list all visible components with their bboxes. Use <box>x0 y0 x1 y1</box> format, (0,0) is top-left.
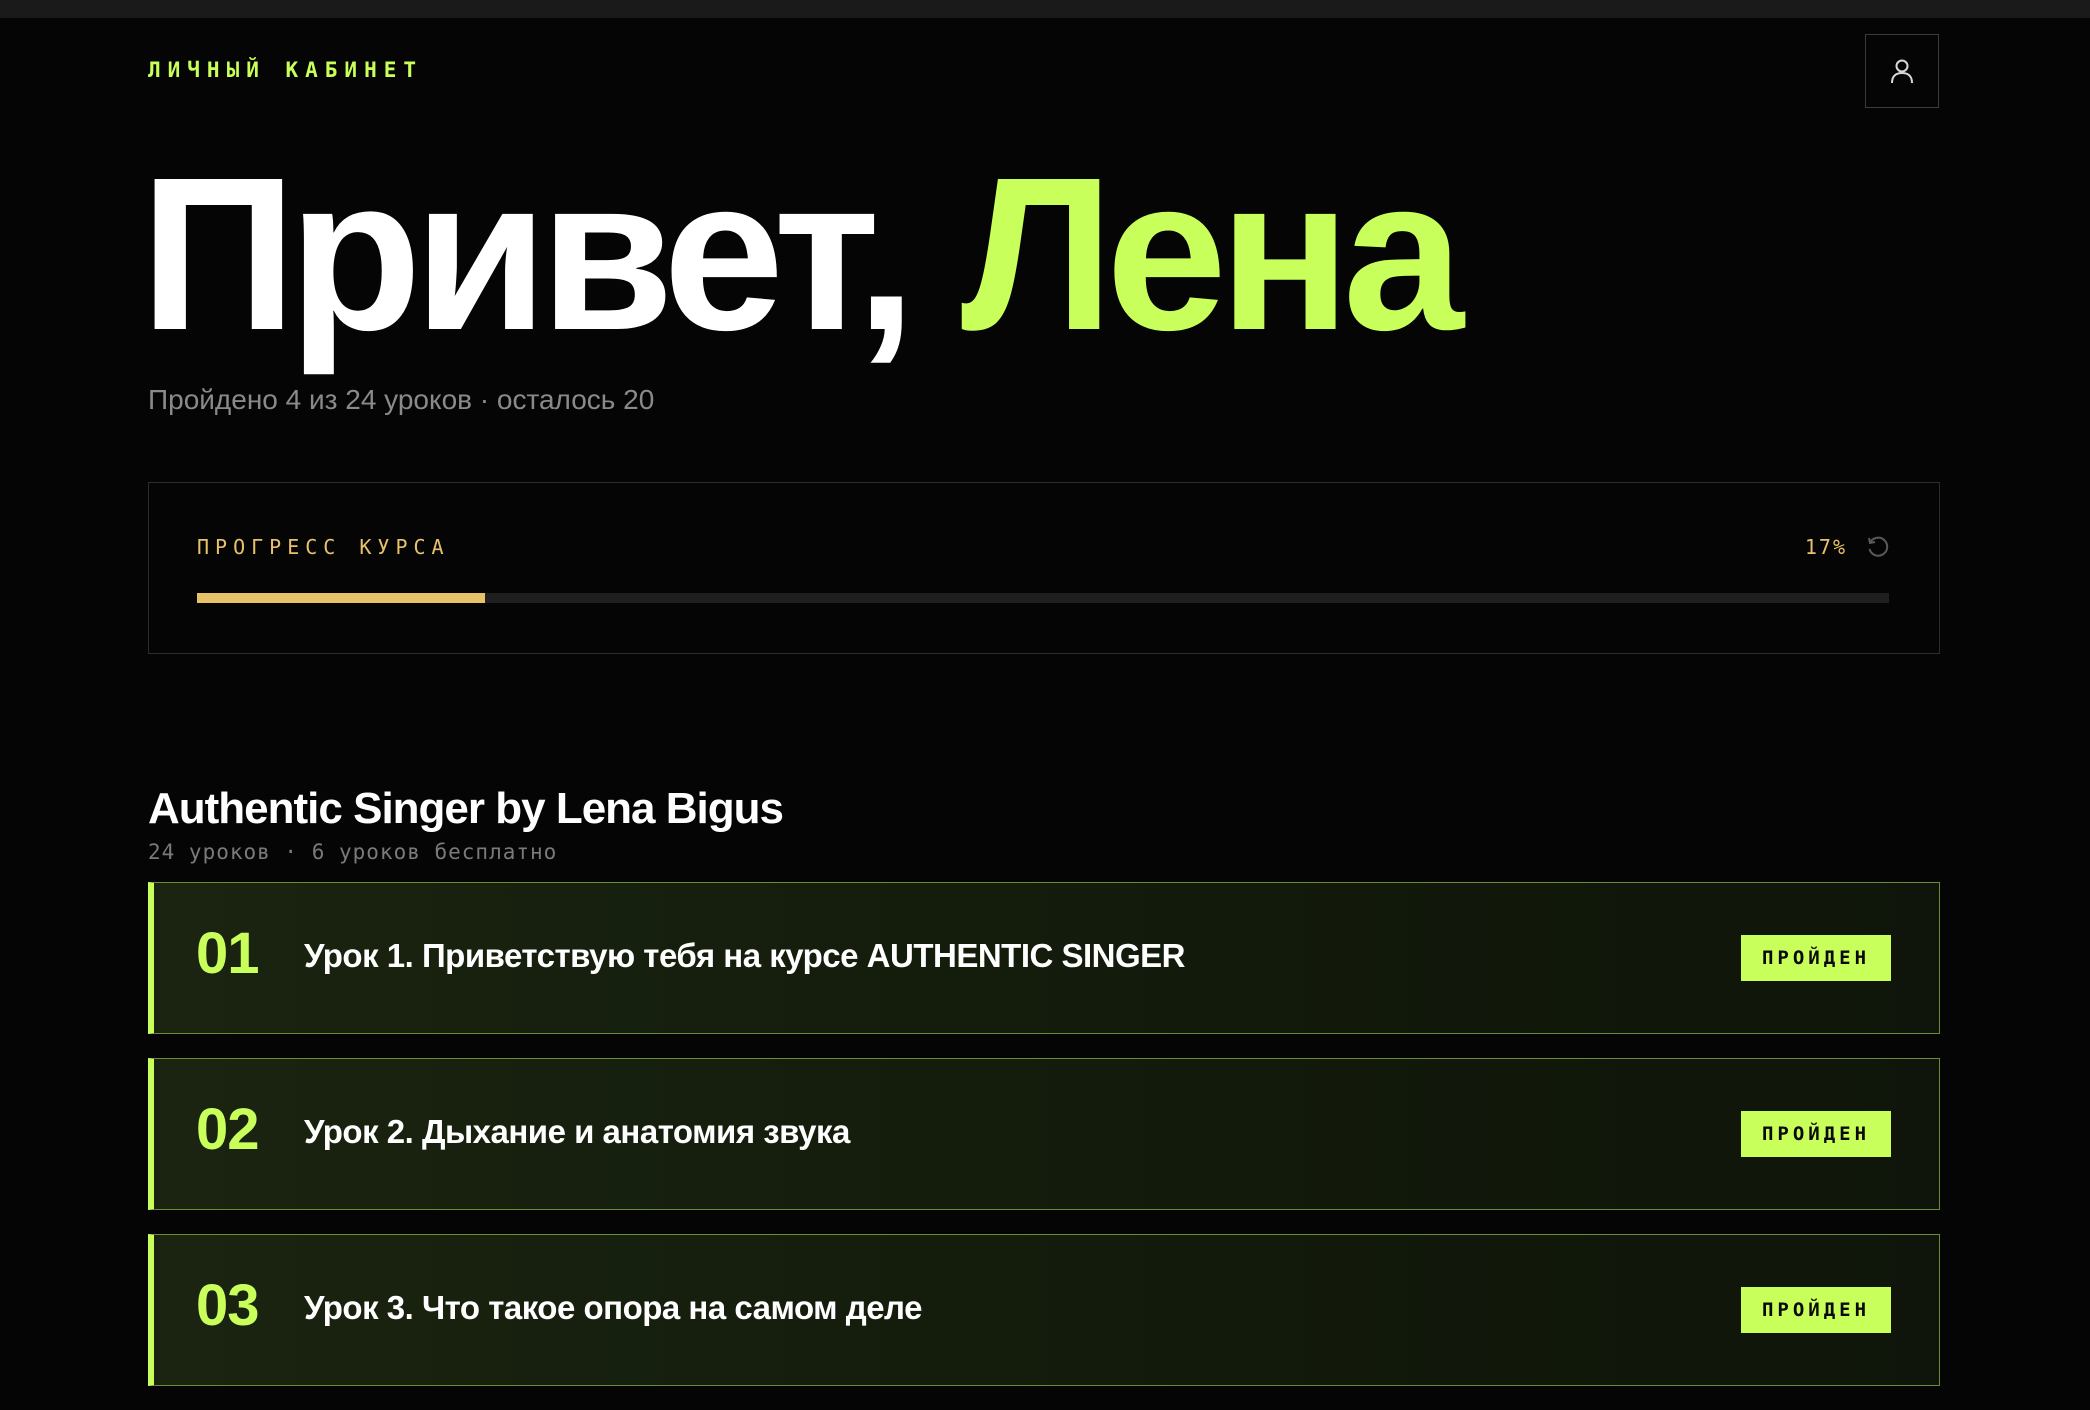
progress-percent: 17% <box>1804 535 1847 559</box>
greeting-heading: Привет, Лена <box>140 146 1464 364</box>
lesson-title: Урок 3. Что такое опора на самом деле <box>304 1289 922 1326</box>
lesson-item[interactable]: 03 Урок 3. Что такое опора на самом деле… <box>148 1234 1940 1386</box>
dashboard-page: ЛИЧНЫЙ КАБИНЕТ Привет, Лена Пройдено 4 и… <box>0 18 2090 1398</box>
progress-track <box>197 593 1889 603</box>
course-title: Authentic Singer by Lena Bigus <box>148 784 784 833</box>
section-label: ЛИЧНЫЙ КАБИНЕТ <box>148 58 424 82</box>
lesson-title: Урок 2. Дыхание и анатомия звука <box>304 1113 850 1150</box>
lesson-status-badge: ПРОЙДЕН <box>1741 1287 1891 1333</box>
window-top-bar <box>0 0 2090 18</box>
lesson-status-badge: ПРОЙДЕН <box>1741 1111 1891 1157</box>
greeting-text: Привет, <box>140 133 961 376</box>
course-meta: 24 уроков · 6 уроков бесплатно <box>148 840 558 864</box>
reset-icon[interactable] <box>1865 534 1891 560</box>
progress-summary: Пройдено 4 из 24 уроков · осталось 20 <box>148 384 655 415</box>
course-progress-card: ПРОГРЕСС КУРСА 17% <box>148 482 1940 654</box>
lesson-status-badge: ПРОЙДЕН <box>1741 935 1891 981</box>
lesson-item[interactable]: 02 Урок 2. Дыхание и анатомия звука ПРОЙ… <box>148 1058 1940 1210</box>
user-icon <box>1891 59 1913 84</box>
progress-label: ПРОГРЕСС КУРСА <box>197 535 450 559</box>
user-name: Лена <box>960 133 1464 376</box>
profile-button[interactable] <box>1865 34 1939 108</box>
lesson-number: 02 <box>196 1097 260 1162</box>
lesson-title: Урок 1. Приветствую тебя на курсе AUTHEN… <box>304 937 1186 974</box>
lesson-number: 01 <box>196 921 260 986</box>
progress-fill <box>197 593 485 603</box>
lesson-list: 01 Урок 1. Приветствую тебя на курсе AUT… <box>148 882 1940 1410</box>
lesson-number: 03 <box>196 1273 260 1338</box>
lesson-item[interactable]: 01 Урок 1. Приветствую тебя на курсе AUT… <box>148 882 1940 1034</box>
